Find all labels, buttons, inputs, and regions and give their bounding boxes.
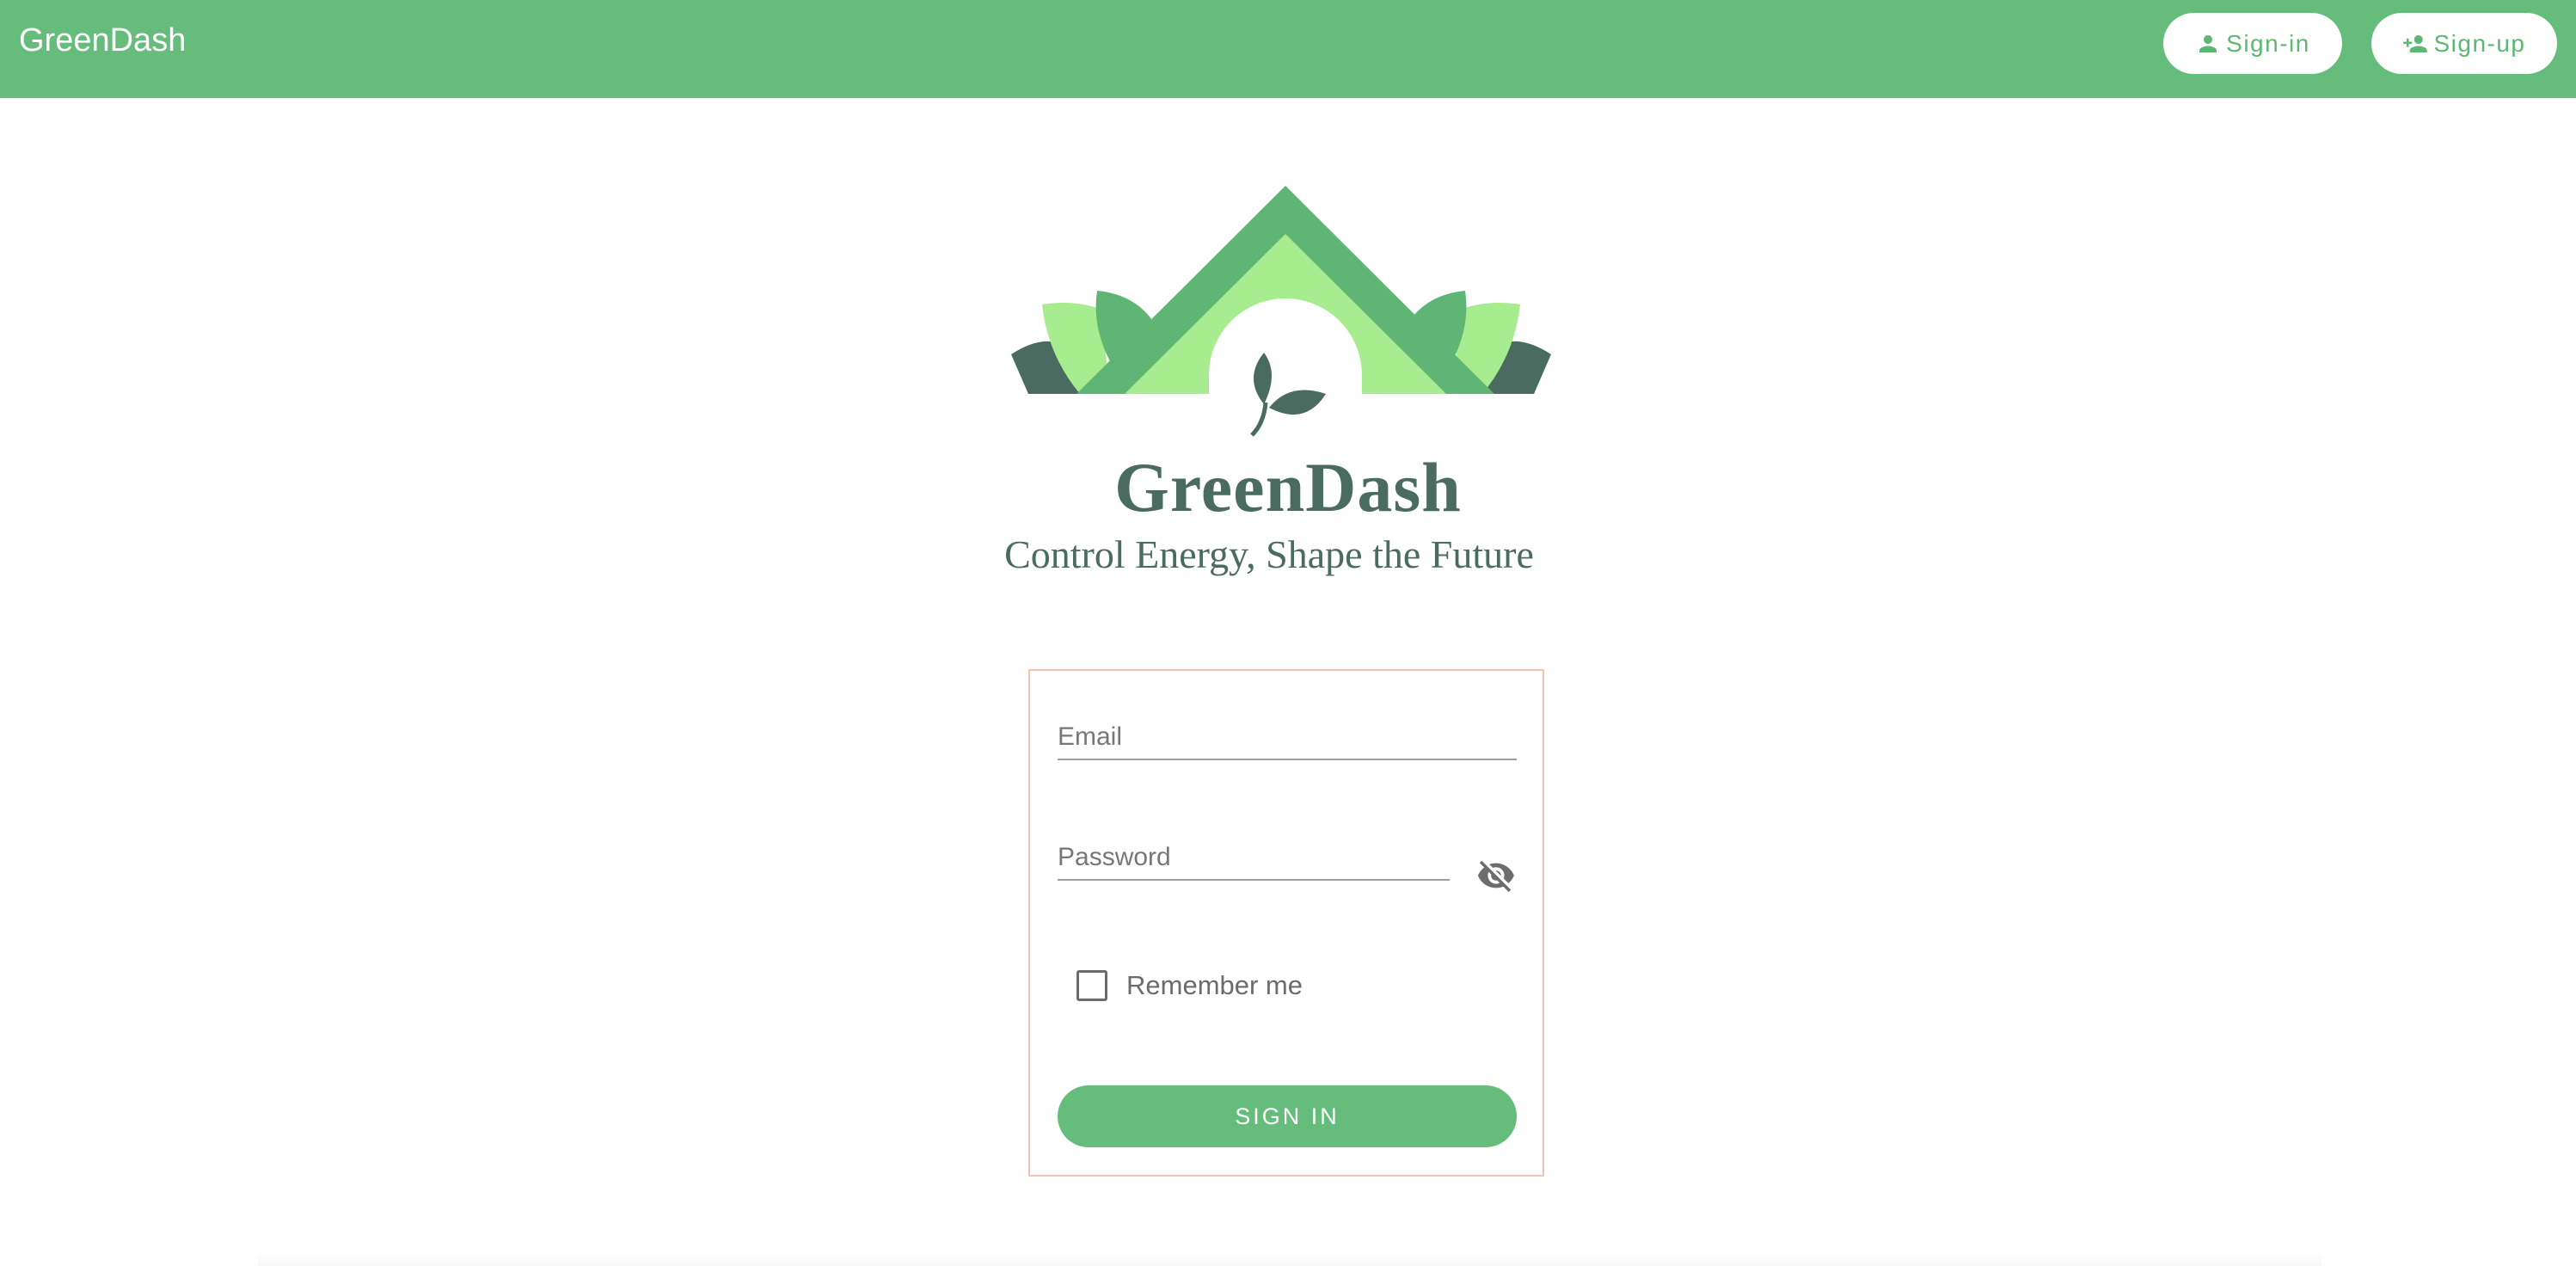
password-input[interactable] <box>1058 836 1450 879</box>
remember-me-option[interactable]: Remember me <box>1076 970 1303 1001</box>
remember-me-checkbox[interactable] <box>1076 970 1107 1001</box>
brand-tagline: Control Energy, Shape the Future <box>1004 532 1534 576</box>
sign-in-submit-button[interactable]: SIGN IN <box>1058 1085 1517 1147</box>
email-input[interactable] <box>1058 716 1517 759</box>
app-title: GreenDash <box>19 22 187 58</box>
password-field <box>1058 836 1450 881</box>
email-field <box>1058 716 1517 760</box>
sign-in-nav-label: Sign-in <box>2226 29 2310 57</box>
login-card: Remember me SIGN IN <box>1028 669 1544 1177</box>
person-add-icon <box>2403 34 2428 52</box>
greendash-logo <box>1011 186 1551 437</box>
eye-off-icon <box>1477 860 1514 893</box>
top-app-bar: GreenDash Sign-in Sign-up <box>0 0 2576 98</box>
sign-up-nav-button[interactable]: Sign-up <box>2371 13 2557 74</box>
sign-up-nav-label: Sign-up <box>2433 29 2526 57</box>
logo-sprout-stem <box>1250 402 1268 437</box>
remember-me-label: Remember me <box>1126 970 1303 1000</box>
sign-in-nav-button[interactable]: Sign-in <box>2163 13 2342 74</box>
person-icon <box>2199 34 2217 52</box>
password-visibility-toggle[interactable] <box>1475 855 1517 896</box>
brand-name: GreenDash <box>1114 448 1462 526</box>
footer-shadow <box>258 1251 2321 1266</box>
